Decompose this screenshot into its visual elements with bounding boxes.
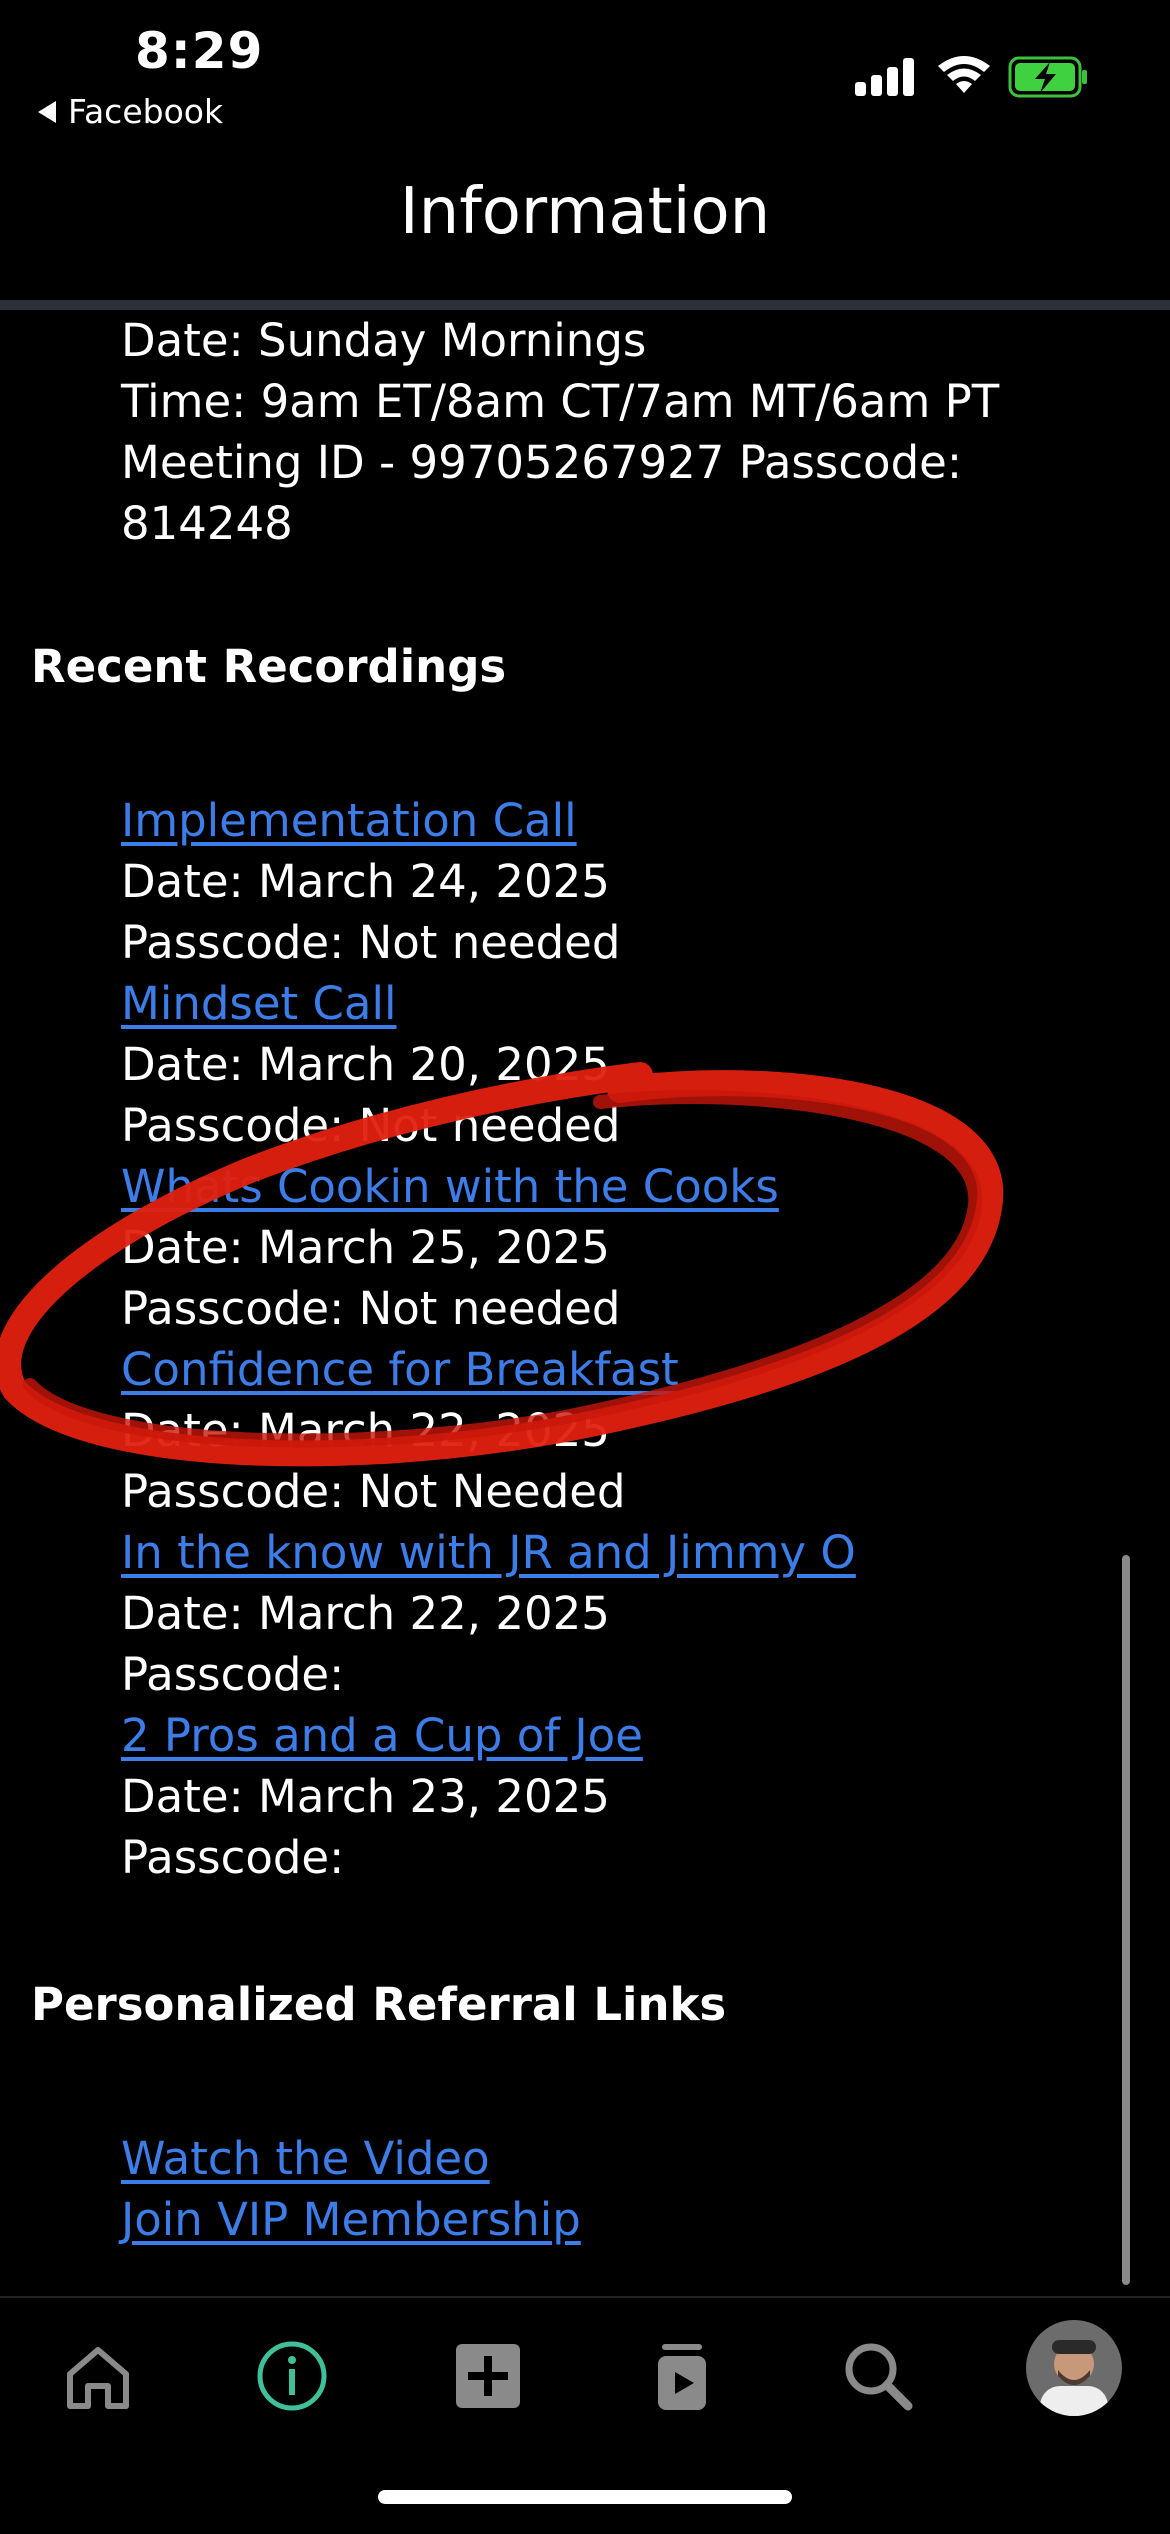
recording-passcode: Passcode: (121, 1831, 345, 1884)
referral-link-vip-membership[interactable]: Join VIP Membership (121, 2189, 581, 2250)
recording-passcode: Passcode: Not needed (121, 1099, 621, 1152)
home-indicator[interactable] (378, 2490, 792, 2504)
info-icon[interactable] (252, 2336, 332, 2416)
recording-date: Date: March 25, 2025 (121, 1221, 610, 1274)
recording-link[interactable]: 2 Pros and a Cup of Joe (121, 1705, 643, 1766)
add-icon[interactable] (448, 2336, 528, 2416)
back-to-app-button[interactable]: Facebook (38, 92, 223, 131)
recording-link[interactable]: In the know with JR and Jimmy O (121, 1522, 856, 1583)
meeting-time: Time: 9am ET/8am CT/7am MT/6am PT (121, 375, 1000, 428)
recording-link[interactable]: Implementation Call (121, 790, 577, 851)
recording-link[interactable]: Whats Cookin with the Cooks (121, 1156, 779, 1217)
clock: 8:29 (135, 22, 264, 80)
recording-date: Date: March 24, 2025 (121, 855, 610, 908)
wifi-icon (938, 56, 990, 93)
recording-date: Date: March 22, 2025 (121, 1587, 610, 1640)
referral-links-heading: Personalized Referral Links (31, 1978, 727, 2031)
meeting-id: Meeting ID - 99705267927 Passcode: (121, 436, 963, 489)
library-icon[interactable] (642, 2336, 722, 2416)
scrollbar[interactable] (1122, 1555, 1130, 2285)
home-icon[interactable] (58, 2336, 138, 2416)
recording-passcode: Passcode: (121, 1648, 345, 1701)
recent-recordings-heading: Recent Recordings (31, 640, 507, 693)
recording-link[interactable]: Confidence for Breakfast (121, 1339, 679, 1400)
recording-date: Date: March 20, 2025 (121, 1038, 610, 1091)
recording-link[interactable]: Mindset Call (121, 973, 397, 1034)
avatar[interactable] (1026, 2320, 1122, 2416)
cellular-signal-icon (855, 58, 915, 96)
header-divider (0, 300, 1170, 310)
battery-charging-icon (1008, 56, 1087, 98)
page-title: Information (399, 175, 771, 249)
recording-passcode: Passcode: Not needed (121, 1282, 621, 1335)
recording-date: Date: March 22, 2025 (121, 1404, 610, 1457)
status-bar: 8:29 Facebook (0, 0, 1170, 140)
recording-passcode: Passcode: Not Needed (121, 1465, 626, 1518)
meeting-passcode: 814248 (121, 497, 293, 550)
recording-passcode: Passcode: Not needed (121, 916, 621, 969)
search-icon[interactable] (838, 2336, 918, 2416)
back-app-label: Facebook (68, 92, 224, 131)
back-triangle-icon (38, 100, 56, 123)
meeting-date: Date: Sunday Mornings (121, 314, 647, 367)
recording-date: Date: March 23, 2025 (121, 1770, 610, 1823)
referral-link-watch-video[interactable]: Watch the Video (121, 2128, 490, 2189)
